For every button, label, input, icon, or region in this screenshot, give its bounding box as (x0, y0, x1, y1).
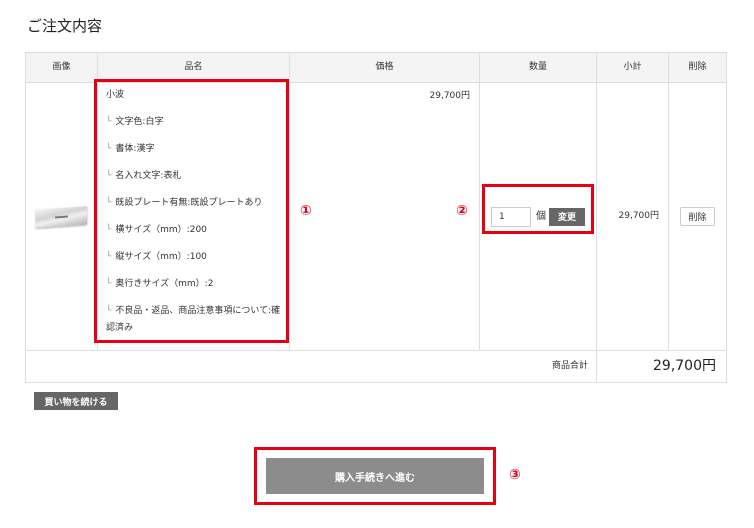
option-marker: └ (106, 279, 112, 289)
quantity-input[interactable] (491, 206, 531, 227)
option-line: └ 横サイズ（mm）:200 (106, 222, 283, 239)
product-image (36, 205, 87, 228)
annotation-marker-3: ③ (509, 467, 521, 483)
quantity-cell: 個 変更 (479, 82, 597, 351)
option-marker: └ (106, 225, 112, 235)
option-text: 名入れ文字:表札 (115, 171, 182, 181)
option-marker: └ (106, 171, 112, 181)
option-line: └ 既設プレート有無:既設プレートあり (106, 195, 283, 212)
option-marker: └ (106, 252, 112, 262)
option-line: └ 書体:漢字 (106, 141, 283, 158)
option-line: └ 文字色:白字 (106, 114, 283, 131)
option-line: └ 奥行きサイズ（mm）:2 (106, 276, 283, 293)
image-cell (25, 82, 98, 351)
header-quantity: 数量 (479, 52, 597, 83)
header-delete: 削除 (668, 52, 727, 83)
quantity-control: 個 変更 (491, 206, 585, 227)
option-text: 奥行きサイズ（mm）:2 (115, 279, 214, 289)
option-text: 既設プレート有無:既設プレートあり (115, 198, 263, 208)
cart-item-row: 小波 └ 文字色:白字 └ 書体:漢字 └ 名入れ文字:表札 └ 既設プレート有無:既設… (25, 82, 727, 351)
option-text: 不良品・返品、商品注意事項について:確認済み (106, 306, 281, 333)
cart-table: 画像 品名 価格 数量 小計 削除 小波 └ 文字色:白字 └ 書体:漢字 └ 名入れ… (25, 52, 727, 383)
header-price: 価格 (289, 52, 480, 83)
update-quantity-button[interactable]: 変更 (549, 207, 585, 226)
product-details: 小波 └ 文字色:白字 └ 書体:漢字 └ 名入れ文字:表札 └ 既設プレート有無:既設… (98, 83, 289, 343)
option-marker: └ (106, 144, 112, 154)
option-text: 横サイズ（mm）:200 (115, 225, 207, 235)
product-name: 小波 (106, 90, 125, 100)
page-title: ご注文内容 (27, 17, 103, 35)
product-thumbnail[interactable] (36, 205, 87, 229)
option-marker: └ (106, 198, 112, 208)
cart-total-row: 商品合計 29,700円 (25, 350, 727, 383)
delete-item-button[interactable]: 削除 (680, 207, 715, 226)
delete-cell: 削除 (668, 82, 727, 351)
header-subtotal: 小計 (596, 52, 669, 83)
option-line: └ 名入れ文字:表札 (106, 168, 283, 185)
checkout-button[interactable]: 購入手続きへ進む (266, 458, 484, 494)
name-cell: 小波 └ 文字色:白字 └ 書体:漢字 └ 名入れ文字:表札 └ 既設プレート有無:既設… (97, 82, 290, 351)
option-marker: └ (106, 117, 112, 127)
option-text: 文字色:白字 (115, 117, 164, 127)
total-label: 商品合計 (25, 350, 597, 383)
cart-header-row: 画像 品名 価格 数量 小計 削除 (25, 52, 727, 83)
subtotal-cell: 29,700円 (596, 82, 669, 351)
price-cell: 29,700円 (289, 82, 480, 351)
option-text: 書体:漢字 (115, 144, 155, 154)
option-marker: └ (106, 306, 112, 316)
total-value: 29,700円 (596, 350, 727, 383)
header-name: 品名 (97, 52, 290, 83)
option-text: 縦サイズ（mm）:100 (115, 252, 207, 262)
quantity-unit: 個 (536, 211, 546, 222)
header-image: 画像 (25, 52, 98, 83)
option-line: └ 縦サイズ（mm）:100 (106, 249, 283, 266)
option-line: └ 不良品・返品、商品注意事項について:確認済み (106, 303, 283, 337)
continue-shopping-button[interactable]: 買い物を続ける (34, 392, 118, 410)
